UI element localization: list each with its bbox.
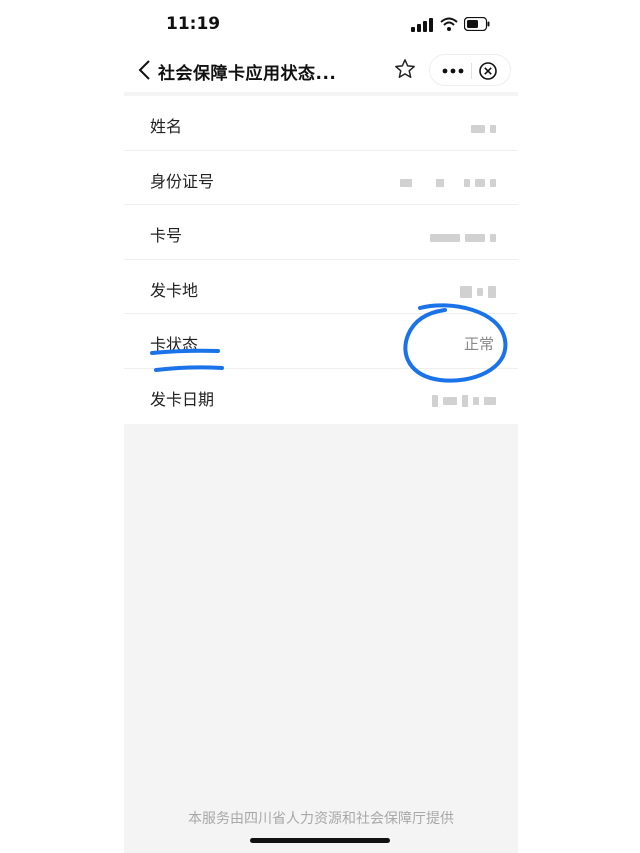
nav-bar: 社会保障卡应用状态... (124, 50, 518, 92)
star-icon[interactable] (394, 58, 416, 80)
row-label: 发卡地 (150, 280, 199, 300)
masked-value (455, 282, 496, 299)
miniapp-capsule (429, 54, 511, 86)
status-time: 11:19 (166, 14, 221, 34)
row-label: 发卡日期 (150, 389, 215, 409)
info-row-card-status: 卡状态 正常 (124, 314, 518, 369)
card-info-list: 姓名 身份证号 卡号 发卡地 卡状态 正常 发卡日期 (124, 96, 518, 424)
wifi-icon (440, 17, 458, 31)
back-chevron-icon[interactable] (136, 58, 154, 82)
row-label: 身份证号 (150, 171, 215, 191)
info-row-name: 姓名 (124, 96, 518, 151)
masked-value (425, 227, 496, 242)
masked-value (466, 118, 496, 133)
capsule-divider (471, 63, 472, 79)
row-label: 姓名 (150, 117, 183, 136)
home-indicator (250, 838, 390, 843)
info-row-card-number: 卡号 (124, 205, 518, 260)
info-row-issue-date: 发卡日期 (124, 369, 518, 424)
card-status-value: 正常 (463, 335, 494, 354)
status-bar: 11:19 (124, 0, 518, 50)
info-row-id-number: 身份证号 (124, 151, 518, 206)
signal-icon (411, 18, 433, 32)
row-label: 卡号 (150, 226, 183, 246)
close-circle-icon[interactable] (478, 61, 498, 81)
info-row-issue-place: 发卡地 (124, 260, 518, 315)
page-title: 社会保障卡应用状态... (158, 64, 337, 84)
row-label: 卡状态 (150, 335, 199, 355)
masked-value (427, 391, 496, 408)
battery-icon (464, 17, 490, 31)
more-icon[interactable] (440, 63, 466, 79)
masked-value (395, 173, 496, 188)
footer-provider-text: 本服务由四川省人力资源和社会保障厅提供 (188, 811, 454, 827)
